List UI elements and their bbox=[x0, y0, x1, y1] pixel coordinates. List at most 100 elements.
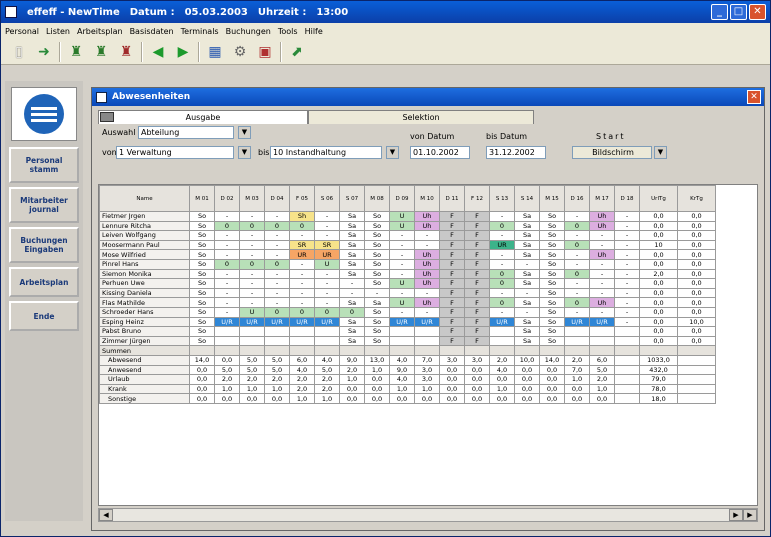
table-row[interactable]: Lennure Ritcha So 0 0 0 0- Sa So U Uh F F 0 Sa So 0 Uh -0… bbox=[99, 220, 716, 232]
scroll-left-icon[interactable]: ◀ bbox=[99, 509, 113, 521]
summary-cell: 0,0 bbox=[364, 393, 390, 404]
arrow-icon[interactable]: ➜ bbox=[34, 42, 54, 62]
menu-tools[interactable]: Tools bbox=[278, 27, 298, 36]
day-cell: F bbox=[439, 306, 465, 318]
minimize-button[interactable]: _ bbox=[711, 4, 728, 20]
menu-listen[interactable]: Listen bbox=[46, 27, 70, 36]
bis-datum-input[interactable]: 31.12.2002 bbox=[486, 146, 546, 159]
total-cell: 0,0 bbox=[639, 316, 678, 328]
day-cell: - bbox=[264, 287, 290, 299]
table-row[interactable]: Esping Heinz So U/R U/R U/R U/R U/R Sa So U/R U/R F… bbox=[99, 316, 716, 328]
day-cell: - bbox=[514, 258, 540, 270]
day-cell: - bbox=[389, 230, 415, 241]
arbeitsplan-button[interactable]: Arbeitsplan bbox=[9, 267, 79, 297]
table-row[interactable]: Pinrel Hans So 0 0 0- U Sa So - Uh F F - - So - - -0,0 0,0 bbox=[99, 258, 716, 270]
summary-cell: 5,0 bbox=[314, 364, 340, 376]
summary-cell: 2,0 bbox=[214, 374, 240, 385]
day-cell: F bbox=[439, 239, 465, 251]
day-cell: So bbox=[539, 316, 565, 328]
app-icon bbox=[5, 6, 17, 18]
day-cell bbox=[489, 326, 515, 337]
bis-select[interactable]: 10 Instandhaltung bbox=[270, 146, 382, 159]
chevron-down-icon[interactable]: ▼ bbox=[654, 146, 667, 159]
day-cell bbox=[289, 326, 315, 337]
day-cell: - bbox=[589, 230, 615, 241]
day-cell: - bbox=[389, 258, 415, 270]
tab-selektion[interactable]: Selektion bbox=[308, 110, 534, 124]
start-select[interactable]: Bildschirm bbox=[572, 146, 652, 159]
empty-cell bbox=[589, 345, 615, 356]
chevron-down-icon[interactable]: ▼ bbox=[238, 126, 251, 139]
tab-ausgabe[interactable]: Ausgabe bbox=[98, 110, 308, 124]
auswahl-select[interactable]: Abteilung bbox=[138, 126, 234, 139]
day-cell: So bbox=[539, 306, 565, 318]
exit-icon[interactable]: ⬈ bbox=[287, 42, 307, 62]
mitarbeiterjournal-button[interactable]: Mitarbeiter journal bbox=[9, 187, 79, 223]
menu-basisdaten[interactable]: Basisdaten bbox=[130, 27, 174, 36]
back-icon[interactable]: ◀ bbox=[148, 42, 168, 62]
menu-hilfe[interactable]: Hilfe bbox=[305, 27, 323, 36]
total-cell: 0,0 bbox=[677, 297, 716, 308]
table-row[interactable]: Leiven Wolfgang So - - - - - Sa So - - F F - Sa So - - -0,… bbox=[99, 230, 716, 241]
day-cell: U/R bbox=[264, 316, 290, 328]
forward-icon[interactable]: ▶ bbox=[173, 42, 193, 62]
day-cell: F bbox=[464, 268, 490, 280]
table-row[interactable]: Pabst Bruno So Sa So F F Sa So 0,0 0,0 bbox=[99, 326, 716, 337]
table-row[interactable]: Fietmer Jrgen So - - - Sh - Sa So U Uh F F - Sa So - Uh -0… bbox=[99, 211, 716, 222]
buchungen-eingaben-button[interactable]: Buchungen Eingaben bbox=[9, 227, 79, 263]
chart-icon[interactable]: ▦ bbox=[205, 42, 225, 62]
network-icon[interactable]: ⚙ bbox=[230, 42, 250, 62]
day-cell: F bbox=[439, 230, 465, 241]
maximize-button[interactable]: □ bbox=[730, 4, 747, 20]
employee-name: Pabst Bruno bbox=[99, 326, 190, 337]
day-cell: Sa bbox=[339, 230, 365, 241]
table-row[interactable]: Schroeder Hans So - U 0 0 0 0 So - - F F - - So - - -0,0 0,… bbox=[99, 306, 716, 318]
total-cell: 0,0 bbox=[639, 249, 678, 260]
day-cell bbox=[314, 326, 340, 337]
total-cell: 0,0 bbox=[677, 306, 716, 318]
table-row[interactable]: Mose Wilfried So - - - UR UR Sa So - Uh F F - Sa So - Uh -… bbox=[99, 249, 716, 260]
summary-total bbox=[677, 354, 716, 366]
table-row[interactable]: Moosermann Paul So - - - SR SR Sa So - - F F UR Sa So 0-… bbox=[99, 239, 716, 251]
monitor-icon[interactable]: ▣ bbox=[255, 42, 275, 62]
horizontal-scrollbar[interactable]: ◀ ▶ ▶ bbox=[98, 508, 758, 522]
menu-personal[interactable]: Personal bbox=[5, 27, 39, 36]
ende-button[interactable]: Ende bbox=[9, 301, 79, 331]
table-row[interactable]: Flas Mathilde So - - - - - Sa Sa U Uh F F 0 Sa So 0 Uh -0,… bbox=[99, 297, 716, 308]
menu-arbeitsplan[interactable]: Arbeitsplan bbox=[77, 27, 123, 36]
users-icon[interactable]: ♜ bbox=[116, 42, 136, 62]
new-doc-icon[interactable]: ▯ bbox=[9, 42, 29, 62]
menu-terminals[interactable]: Terminals bbox=[181, 27, 219, 36]
day-cell bbox=[414, 335, 440, 347]
table-row[interactable]: Zimmer Jürgen So Sa So F F Sa So 0,0 0,0 bbox=[99, 335, 716, 347]
day-cell: Sa bbox=[339, 268, 365, 280]
close-button[interactable]: ✕ bbox=[749, 4, 766, 20]
von-select[interactable]: 1 Verwaltung bbox=[116, 146, 234, 159]
scroll-right-icon[interactable]: ▶ bbox=[729, 509, 743, 521]
chevron-down-icon[interactable]: ▼ bbox=[386, 146, 399, 159]
table-row[interactable]: Siemon Monika So - - - - - Sa So - Uh F F 0 Sa So 0- -2,0… bbox=[99, 268, 716, 280]
scroll-end-icon[interactable]: ▶ bbox=[743, 509, 757, 521]
day-cell: - bbox=[614, 258, 640, 270]
day-cell: 0 bbox=[214, 220, 240, 232]
table-row[interactable]: Kissing Daniela So - - - - - - - - - F F - - So - - -0,0 0,… bbox=[99, 287, 716, 299]
summary-cell: 2,0 bbox=[314, 374, 340, 385]
von-datum-input[interactable]: 01.10.2002 bbox=[410, 146, 470, 159]
total-cell: 0,0 bbox=[639, 220, 678, 232]
summary-cell: 1,0 bbox=[289, 393, 315, 404]
summary-cell: 1,0 bbox=[239, 383, 265, 395]
menu-buchungen[interactable]: Buchungen bbox=[226, 27, 271, 36]
summary-cell: 0,0 bbox=[464, 364, 490, 376]
day-cell: - bbox=[614, 211, 640, 222]
time-label: Uhrzeit : bbox=[257, 6, 307, 18]
users-icon[interactable]: ♜ bbox=[66, 42, 86, 62]
personalstamm-button[interactable]: Personal stamm bbox=[9, 147, 79, 183]
empty-cell bbox=[289, 345, 315, 356]
chevron-down-icon[interactable]: ▼ bbox=[238, 146, 251, 159]
day-cell: So bbox=[189, 316, 215, 328]
table-row[interactable]: Perhuen Uwe So - - - - - - So U Uh F F 0 Sa So - - -0,0 0,0 bbox=[99, 278, 716, 289]
employee-name: Kissing Daniela bbox=[99, 287, 190, 299]
users-icon[interactable]: ♜ bbox=[91, 42, 111, 62]
day-cell: - bbox=[414, 306, 440, 318]
close-icon[interactable]: ✕ bbox=[747, 90, 761, 104]
